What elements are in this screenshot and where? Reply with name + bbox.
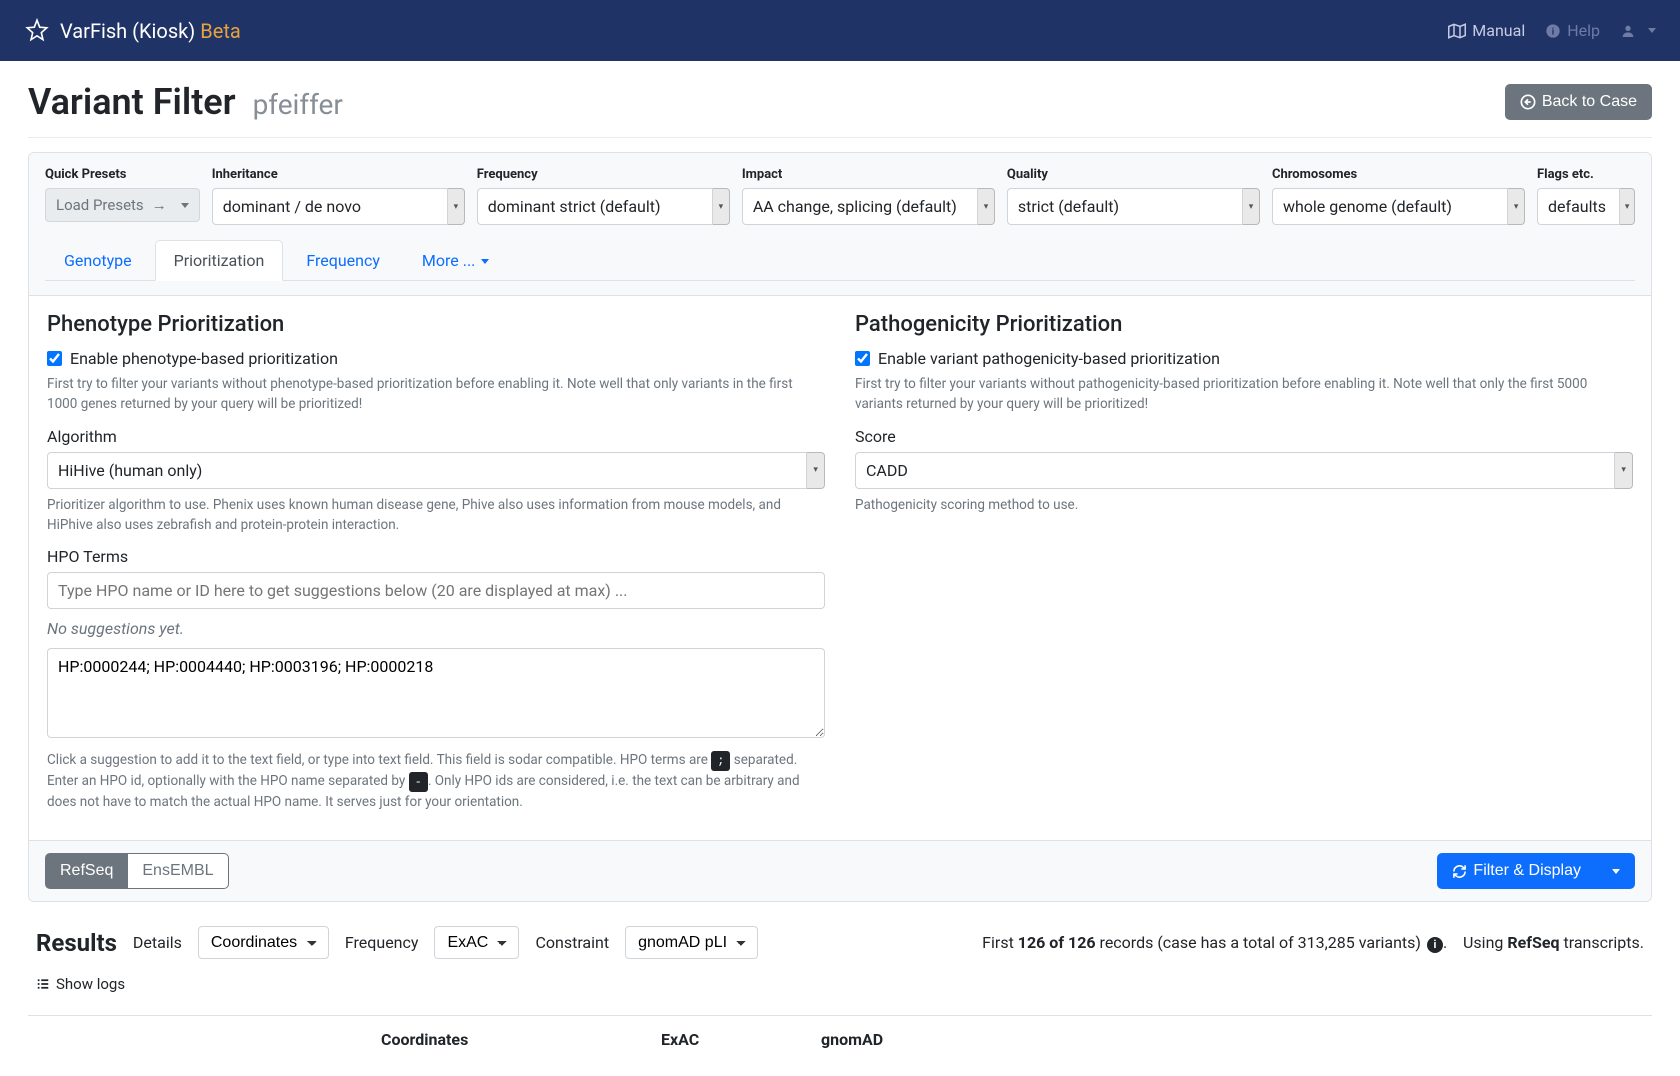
card-footer: RefSeq EnsEMBL Filter & Display — [29, 840, 1651, 901]
flags-label: Flags etc. — [1537, 167, 1635, 182]
chevron-down-icon[interactable]: ▾ — [1243, 188, 1260, 225]
brand-beta: Beta — [200, 19, 241, 43]
brand-main: VarFish (Kiosk) — [60, 19, 195, 43]
help-link[interactable]: i Help — [1545, 21, 1600, 40]
user-menu[interactable] — [1620, 23, 1656, 39]
chromosomes-select[interactable]: whole genome (default) — [1272, 188, 1508, 225]
svg-text:i: i — [1552, 26, 1554, 37]
constraint-select[interactable]: gnomAD pLI — [625, 926, 758, 959]
phenotype-title: Phenotype Prioritization — [47, 312, 825, 337]
transcript-toggle: RefSeq EnsEMBL — [45, 853, 229, 889]
arrow-right-icon: → — [152, 196, 167, 214]
impact-label: Impact — [742, 167, 995, 182]
ensembl-button[interactable]: EnsEMBL — [127, 853, 228, 889]
chevron-down-icon[interactable]: ▾ — [713, 188, 730, 225]
kbd-semicolon: ; — [711, 751, 730, 771]
score-label: Score — [855, 427, 1633, 446]
list-icon — [36, 977, 50, 991]
enable-phenotype-checkbox[interactable] — [47, 351, 62, 366]
chevron-down-icon[interactable]: ▾ — [1508, 188, 1525, 225]
back-to-case-button[interactable]: Back to Case — [1505, 84, 1652, 120]
algorithm-label: Algorithm — [47, 427, 825, 446]
enable-pathogenicity-label: Enable variant pathogenicity-based prior… — [878, 349, 1220, 368]
kbd-dash: - — [409, 772, 428, 792]
tab-prioritization[interactable]: Prioritization — [155, 240, 284, 281]
th-gnomad: gnomAD — [821, 1030, 981, 1049]
quick-presets-label: Quick Presets — [45, 167, 200, 182]
chevron-down-icon[interactable]: ▾ — [978, 188, 995, 225]
page-subtitle: pfeiffer — [253, 88, 343, 121]
pathogenicity-section: Pathogenicity Prioritization Enable vari… — [855, 312, 1633, 824]
filter-display-group: Filter & Display — [1437, 853, 1635, 889]
brand[interactable]: VarFish (Kiosk) Beta — [24, 18, 241, 44]
impact-select[interactable]: AA change, splicing (default) — [742, 188, 978, 225]
info-circle-icon[interactable]: i — [1427, 937, 1443, 953]
results-title: Results — [36, 929, 117, 957]
score-help: Pathogenicity scoring method to use. — [855, 495, 1633, 515]
enable-pathogenicity-checkbox[interactable] — [855, 351, 870, 366]
th-exac: ExAC — [661, 1030, 821, 1049]
hpo-terms-label: HPO Terms — [47, 547, 825, 566]
load-presets-button[interactable]: Load Presets → — [45, 188, 200, 222]
map-icon — [1448, 22, 1466, 40]
page-header: Variant Filter pfeiffer Back to Case — [28, 81, 1652, 138]
constraint-label: Constraint — [535, 933, 609, 952]
filter-display-button[interactable]: Filter & Display — [1437, 853, 1596, 889]
refseq-button[interactable]: RefSeq — [45, 853, 128, 889]
refresh-icon — [1452, 864, 1467, 879]
results-frequency-select[interactable]: ExAC — [434, 926, 519, 959]
th-coordinates: Coordinates — [381, 1030, 661, 1049]
hpo-help: Click a suggestion to add it to the text… — [47, 750, 825, 812]
chevron-down-icon[interactable]: ▾ — [448, 188, 465, 225]
chromosomes-label: Chromosomes — [1272, 167, 1525, 182]
quality-select[interactable]: strict (default) — [1007, 188, 1243, 225]
hpo-terms-textarea[interactable] — [47, 648, 825, 738]
navbar-right: Manual i Help — [1448, 21, 1656, 40]
navbar: VarFish (Kiosk) Beta Manual i Help — [0, 0, 1680, 61]
inheritance-select[interactable]: dominant / de novo — [212, 188, 448, 225]
enable-phenotype-label: Enable phenotype-based prioritization — [70, 349, 338, 368]
phenotype-section: Phenotype Prioritization Enable phenotyp… — [47, 312, 825, 824]
table-header: Coordinates ExAC gnomAD — [28, 1015, 1652, 1057]
hpo-search-input[interactable] — [47, 572, 825, 609]
card-header: Quick Presets Load Presets → Inheritance… — [29, 153, 1651, 296]
page-title: Variant Filter pfeiffer — [28, 81, 343, 123]
tabs: Genotype Prioritization Frequency More .… — [45, 239, 1635, 281]
filter-card: Quick Presets Load Presets → Inheritance… — [28, 152, 1652, 902]
show-logs-button[interactable]: Show logs — [28, 971, 1652, 997]
score-select[interactable]: CADD — [855, 452, 1615, 489]
user-icon — [1620, 23, 1636, 39]
pathogenicity-title: Pathogenicity Prioritization — [855, 312, 1633, 337]
results-bar: Results Details Coordinates Frequency Ex… — [28, 914, 1652, 971]
pathogenicity-help: First try to filter your variants withou… — [855, 374, 1633, 415]
algorithm-help: Prioritizer algorithm to use. Phenix use… — [47, 495, 825, 536]
frequency-select[interactable]: dominant strict (default) — [477, 188, 713, 225]
tab-more[interactable]: More ... — [403, 240, 508, 281]
chevron-down-icon[interactable]: ▾ — [1615, 452, 1633, 489]
algorithm-select[interactable]: HiHive (human only) — [47, 452, 807, 489]
quality-label: Quality — [1007, 167, 1260, 182]
chevron-down-icon[interactable]: ▾ — [1620, 188, 1635, 225]
star-logo-icon — [24, 18, 50, 44]
filter-display-dropdown[interactable] — [1595, 853, 1635, 889]
info-icon: i — [1545, 23, 1561, 39]
results-summary: First 126 of 126 records (case has a tot… — [982, 933, 1644, 953]
arrow-left-circle-icon — [1520, 94, 1536, 110]
caret-icon — [175, 196, 189, 214]
tab-frequency[interactable]: Frequency — [287, 240, 399, 281]
details-select[interactable]: Coordinates — [198, 926, 329, 959]
phenotype-help: First try to filter your variants withou… — [47, 374, 825, 415]
flags-select[interactable]: defaults — [1537, 188, 1620, 225]
manual-link[interactable]: Manual — [1448, 21, 1525, 40]
results-frequency-label: Frequency — [345, 933, 419, 952]
details-label: Details — [133, 933, 182, 952]
tab-genotype[interactable]: Genotype — [45, 240, 151, 281]
inheritance-label: Inheritance — [212, 167, 465, 182]
chevron-down-icon[interactable]: ▾ — [807, 452, 825, 489]
no-suggestions-text: No suggestions yet. — [47, 619, 825, 638]
frequency-label: Frequency — [477, 167, 730, 182]
